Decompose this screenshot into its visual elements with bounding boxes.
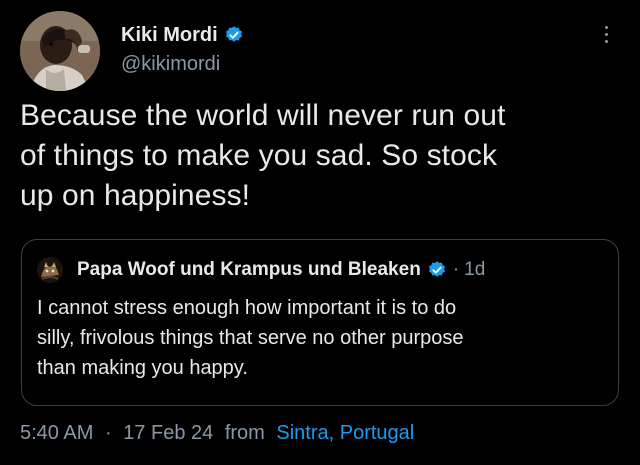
more-options-icon[interactable] <box>594 20 618 48</box>
quoted-tweet[interactable]: Papa Woof und Krampus und Bleaken · 1d I… <box>21 239 619 406</box>
author-avatar[interactable] <box>20 11 100 91</box>
tweet-meta: 5:40 AM · 17 Feb 24 from Sintra, Portuga… <box>20 420 414 446</box>
author-handle[interactable]: @kikimordi <box>121 53 220 76</box>
more-dot <box>604 39 608 43</box>
meta-from-label: from <box>224 422 265 444</box>
author-name-row: Kiki Mordi <box>121 22 244 48</box>
quote-timestamp[interactable]: 1d <box>464 259 485 281</box>
verified-badge-icon <box>427 260 447 280</box>
tweet-date[interactable]: 17 Feb 24 <box>123 422 213 444</box>
author-name[interactable]: Kiki Mordi <box>121 24 218 47</box>
verified-badge-icon <box>224 25 244 45</box>
location-link[interactable]: Sintra, Portugal <box>276 422 414 444</box>
quote-author-name[interactable]: Papa Woof und Krampus und Bleaken <box>77 259 421 281</box>
more-dot <box>604 25 608 29</box>
meta-separator: · <box>104 422 112 444</box>
quote-header: Papa Woof und Krampus und Bleaken · 1d <box>37 257 485 283</box>
quote-author-avatar[interactable] <box>37 257 63 283</box>
more-dot <box>604 32 608 36</box>
quote-separator: · <box>452 259 460 280</box>
tweet: Kiki Mordi @kikimordi Because the world … <box>0 0 640 465</box>
tweet-text: Because the world will never run out of … <box>20 99 506 212</box>
quote-text: I cannot stress enough how important it … <box>37 297 464 379</box>
tweet-time[interactable]: 5:40 AM <box>20 422 93 444</box>
